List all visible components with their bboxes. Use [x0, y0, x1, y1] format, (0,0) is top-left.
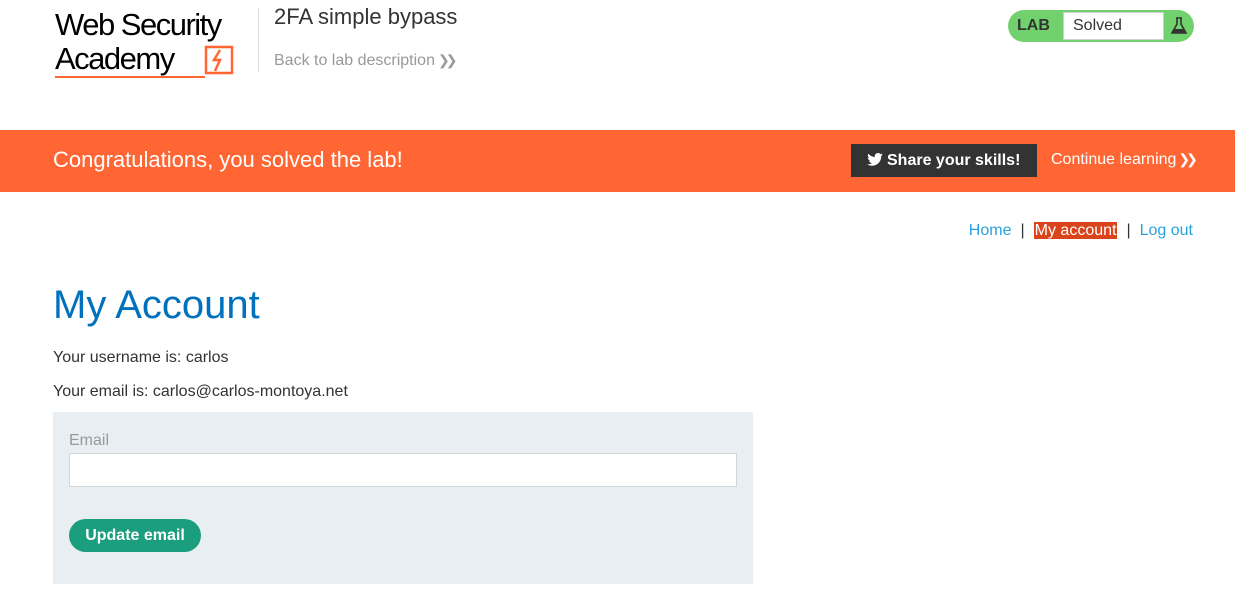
- lab-tag: LAB: [1017, 17, 1050, 34]
- email-field[interactable]: [69, 453, 737, 487]
- page-title: My Account: [53, 283, 260, 327]
- logo-text-line2: Academy: [55, 41, 175, 76]
- email-text: Your email is: carlos@carlos-montoya.net: [53, 383, 348, 400]
- lab-title: 2FA simple bypass: [274, 4, 458, 29]
- update-email-button[interactable]: Update email: [69, 519, 201, 552]
- double-chevron-right-icon: ❯❯: [1178, 151, 1198, 167]
- back-link-label: Back to lab description: [274, 52, 435, 69]
- lab-status-widget: LAB Solved: [1008, 10, 1194, 42]
- nav-log-out-link[interactable]: Log out: [1140, 222, 1193, 239]
- double-chevron-right-icon: ❯❯: [437, 52, 458, 68]
- congratulations-message: Congratulations, you solved the lab!: [53, 147, 403, 172]
- username-text: Your username is: carlos: [53, 349, 229, 366]
- lightning-bolt-icon: [204, 45, 234, 75]
- nav-home-link[interactable]: Home: [969, 222, 1012, 239]
- twitter-icon: [867, 152, 883, 166]
- back-to-lab-description-link[interactable]: Back to lab description ❯❯: [274, 52, 458, 70]
- nav-my-account-link[interactable]: My account: [1033, 222, 1118, 239]
- top-navigation: Home | My account | Log out: [969, 222, 1193, 240]
- solved-banner: Congratulations, you solved the lab! Sha…: [0, 130, 1235, 192]
- share-your-skills-button[interactable]: Share your skills!: [851, 144, 1037, 177]
- continue-learning-link[interactable]: Continue learning ❯❯: [1051, 151, 1198, 169]
- flask-icon: [1170, 17, 1188, 34]
- continue-learning-label: Continue learning: [1051, 151, 1177, 168]
- email-field-label: Email: [69, 432, 110, 449]
- lab-status-value: Solved: [1063, 12, 1164, 40]
- share-button-label: Share your skills!: [887, 151, 1021, 169]
- change-email-form: Email Update email: [53, 412, 753, 584]
- web-security-academy-logo[interactable]: Web Security Academy: [55, 8, 255, 83]
- page-header: Web Security Academy 2FA simple bypass B…: [0, 0, 1235, 130]
- logo-underline: [55, 76, 205, 78]
- nav-separator: |: [1126, 222, 1131, 239]
- nav-separator: |: [1020, 222, 1025, 239]
- logo-text-line1: Web Security: [55, 7, 222, 42]
- header-divider: [258, 8, 259, 72]
